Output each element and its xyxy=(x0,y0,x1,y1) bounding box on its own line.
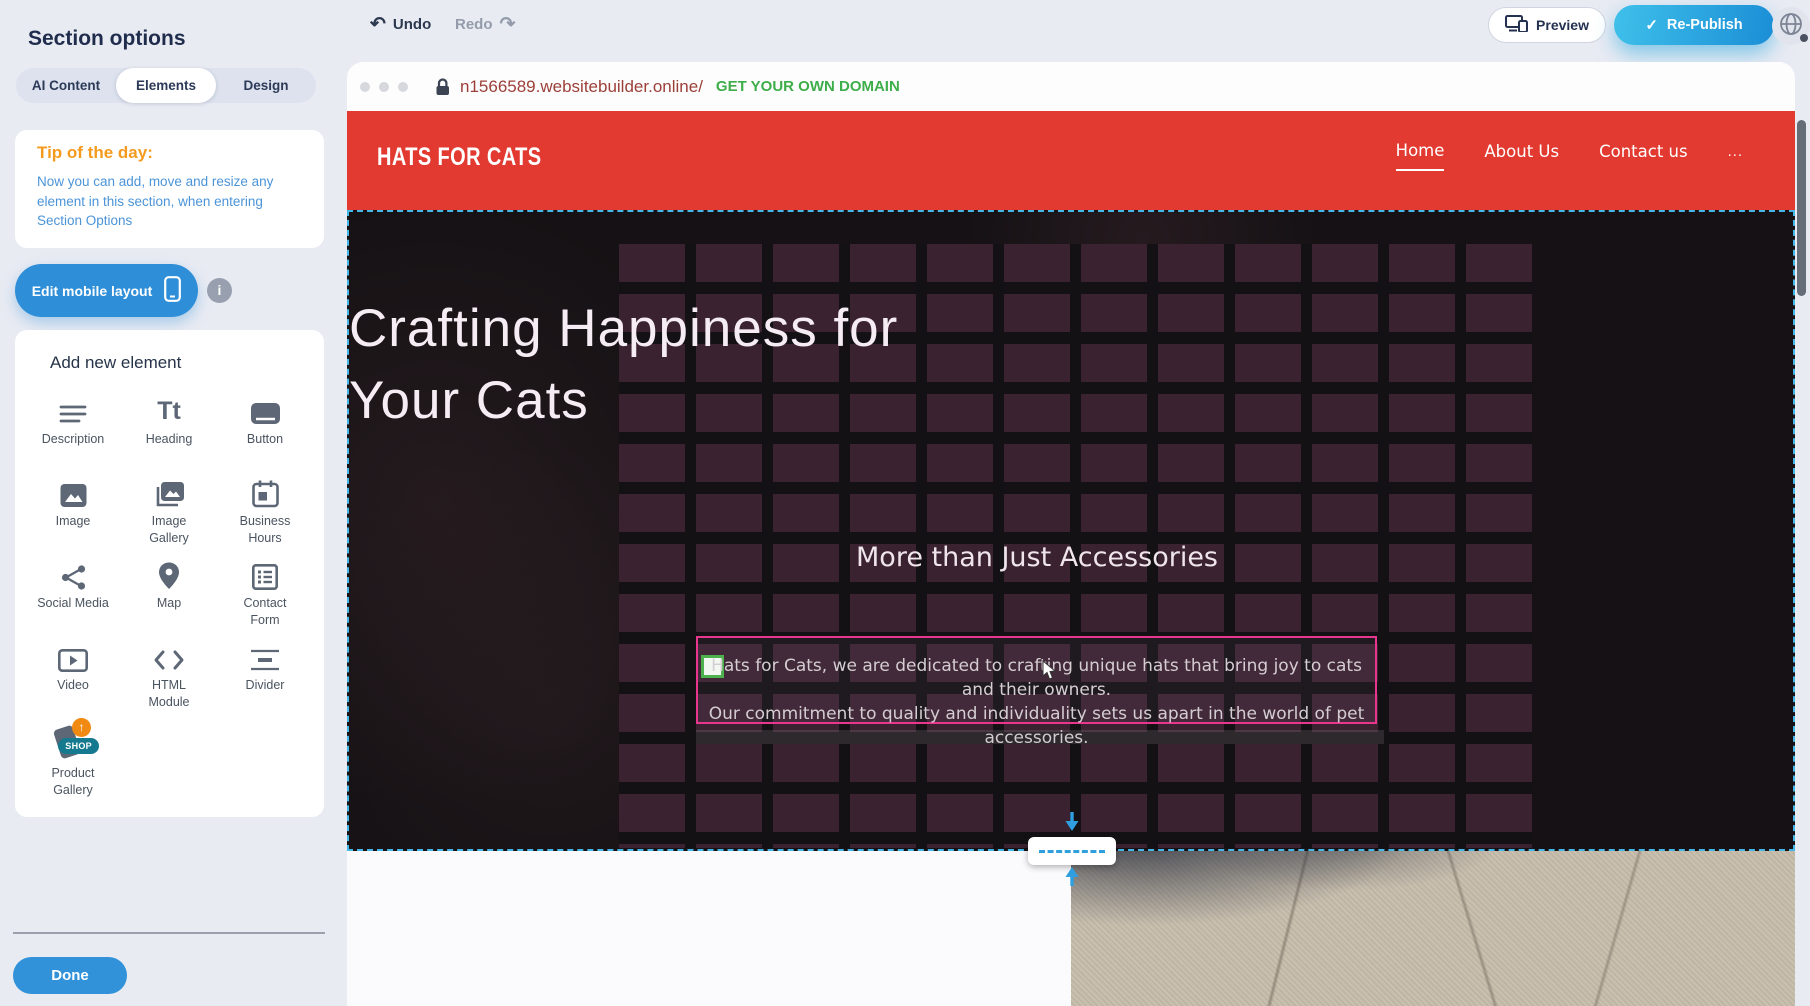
mouse-cursor xyxy=(1042,660,1057,686)
product-gallery-icon: ↑ SHOP xyxy=(25,718,121,760)
element-html-module[interactable]: HTML Module xyxy=(121,636,217,718)
tab-ai-content[interactable]: AI Content xyxy=(16,68,116,103)
image-gallery-icon xyxy=(121,472,217,508)
element-button[interactable]: Button xyxy=(217,390,313,472)
resize-dash-line xyxy=(1039,850,1105,853)
phone-icon xyxy=(164,276,181,305)
element-divider[interactable]: Divider xyxy=(217,636,313,718)
heading-icon: Tt xyxy=(121,390,217,426)
republish-label: Re-Publish xyxy=(1667,17,1743,33)
tip-body: Now you can add, move and resize any ele… xyxy=(37,172,305,231)
republish-button[interactable]: ✓ Re-Publish xyxy=(1614,5,1774,45)
element-description[interactable]: Description xyxy=(25,390,121,472)
hero-title[interactable]: Crafting Happiness for Your Cats xyxy=(349,293,1725,437)
undo-icon: ↶ xyxy=(370,15,386,34)
redo-icon: ↷ xyxy=(500,15,516,34)
info-icon[interactable]: i xyxy=(207,278,232,303)
element-map[interactable]: Map xyxy=(121,554,217,636)
section-resize-handle[interactable] xyxy=(1028,837,1116,865)
html-module-icon xyxy=(121,636,217,672)
site-nav: Home About Us Contact us ··· xyxy=(1396,141,1743,171)
redo-button[interactable]: Redo ↷ xyxy=(455,15,515,34)
element-shadow-band xyxy=(696,730,1384,744)
hero-section-selected[interactable]: Crafting Happiness for Your Cats More th… xyxy=(347,210,1795,851)
panel-tabs: AI Content Elements Design xyxy=(16,68,316,103)
site-url: n1566589.websitebuilder.online/ xyxy=(460,77,703,97)
element-video[interactable]: Video xyxy=(25,636,121,718)
social-media-icon xyxy=(25,554,121,590)
element-image[interactable]: Image xyxy=(25,472,121,554)
resize-arrow-down-icon xyxy=(1064,812,1080,837)
add-element-card: Add new element Description Tt Heading B… xyxy=(15,330,324,817)
resize-arrow-up-icon xyxy=(1064,866,1080,891)
element-image-gallery[interactable]: Image Gallery xyxy=(121,472,217,554)
site-header[interactable]: HATS FOR CATS Home About Us Contact us ·… xyxy=(347,111,1795,210)
nav-contact-us[interactable]: Contact us xyxy=(1599,142,1688,170)
tip-title: Tip of the day: xyxy=(37,143,153,163)
tab-design[interactable]: Design xyxy=(216,68,316,103)
site-logo[interactable]: HATS FOR CATS xyxy=(377,143,541,172)
undo-button[interactable]: ↶ Undo xyxy=(370,15,431,34)
hero-subtitle[interactable]: More than Just Accessories xyxy=(349,542,1725,573)
element-social-media[interactable]: Social Media xyxy=(25,554,121,636)
upgrade-arrow-badge: ↑ xyxy=(72,718,91,737)
next-section-pavement-image[interactable] xyxy=(1071,851,1795,1006)
element-heading[interactable]: Tt Heading xyxy=(121,390,217,472)
devices-icon xyxy=(1505,15,1528,35)
button-icon xyxy=(217,390,313,426)
map-pin-icon xyxy=(121,554,217,590)
divider-icon xyxy=(217,636,313,672)
check-icon: ✓ xyxy=(1645,16,1658,34)
page-title: Section options xyxy=(28,27,186,51)
browser-chrome-bar: n1566589.websitebuilder.online/ GET YOUR… xyxy=(347,62,1795,111)
description-element-selected[interactable]: Hats for Cats, we are dedicated to craft… xyxy=(696,636,1377,724)
tip-of-the-day-card: Tip of the day: Now you can add, move an… xyxy=(15,130,324,248)
business-hours-icon xyxy=(217,472,313,508)
tab-elements[interactable]: Elements xyxy=(116,68,216,103)
video-icon xyxy=(25,636,121,672)
preview-label: Preview xyxy=(1536,17,1589,33)
redo-label: Redo xyxy=(455,16,493,33)
browser-dots-icon xyxy=(360,82,408,92)
add-element-title: Add new element xyxy=(50,353,181,373)
image-icon xyxy=(25,472,121,508)
edit-mobile-layout-button[interactable]: Edit mobile layout xyxy=(15,264,198,317)
element-business-hours[interactable]: Business Hours xyxy=(217,472,313,554)
undo-label: Undo xyxy=(393,16,431,33)
nav-home[interactable]: Home xyxy=(1396,141,1445,171)
lock-icon xyxy=(435,78,450,96)
done-button[interactable]: Done xyxy=(13,957,127,994)
language-globe-button[interactable] xyxy=(1772,7,1810,45)
get-domain-link[interactable]: GET YOUR OWN DOMAIN xyxy=(716,78,900,95)
preview-scrollbar-thumb[interactable] xyxy=(1797,120,1806,296)
next-section-left[interactable] xyxy=(347,851,1071,1006)
globe-status-dot xyxy=(1800,34,1808,42)
element-product-gallery[interactable]: ↑ SHOP Product Gallery xyxy=(25,718,121,800)
element-contact-form[interactable]: Contact Form xyxy=(217,554,313,636)
done-label: Done xyxy=(51,967,89,984)
editor-window: ↶ Undo Redo ↷ Preview ✓ Re-Publish Secti… xyxy=(0,0,1810,1006)
nav-more-icon[interactable]: ··· xyxy=(1728,149,1743,164)
shop-badge: SHOP xyxy=(58,738,99,754)
element-grid: Description Tt Heading Button Image xyxy=(25,390,315,800)
panel-divider xyxy=(13,932,325,934)
contact-form-icon xyxy=(217,554,313,590)
description-icon xyxy=(25,390,121,426)
edit-mobile-label: Edit mobile layout xyxy=(32,283,153,299)
preview-button[interactable]: Preview xyxy=(1488,7,1606,43)
nav-about-us[interactable]: About Us xyxy=(1484,142,1559,170)
